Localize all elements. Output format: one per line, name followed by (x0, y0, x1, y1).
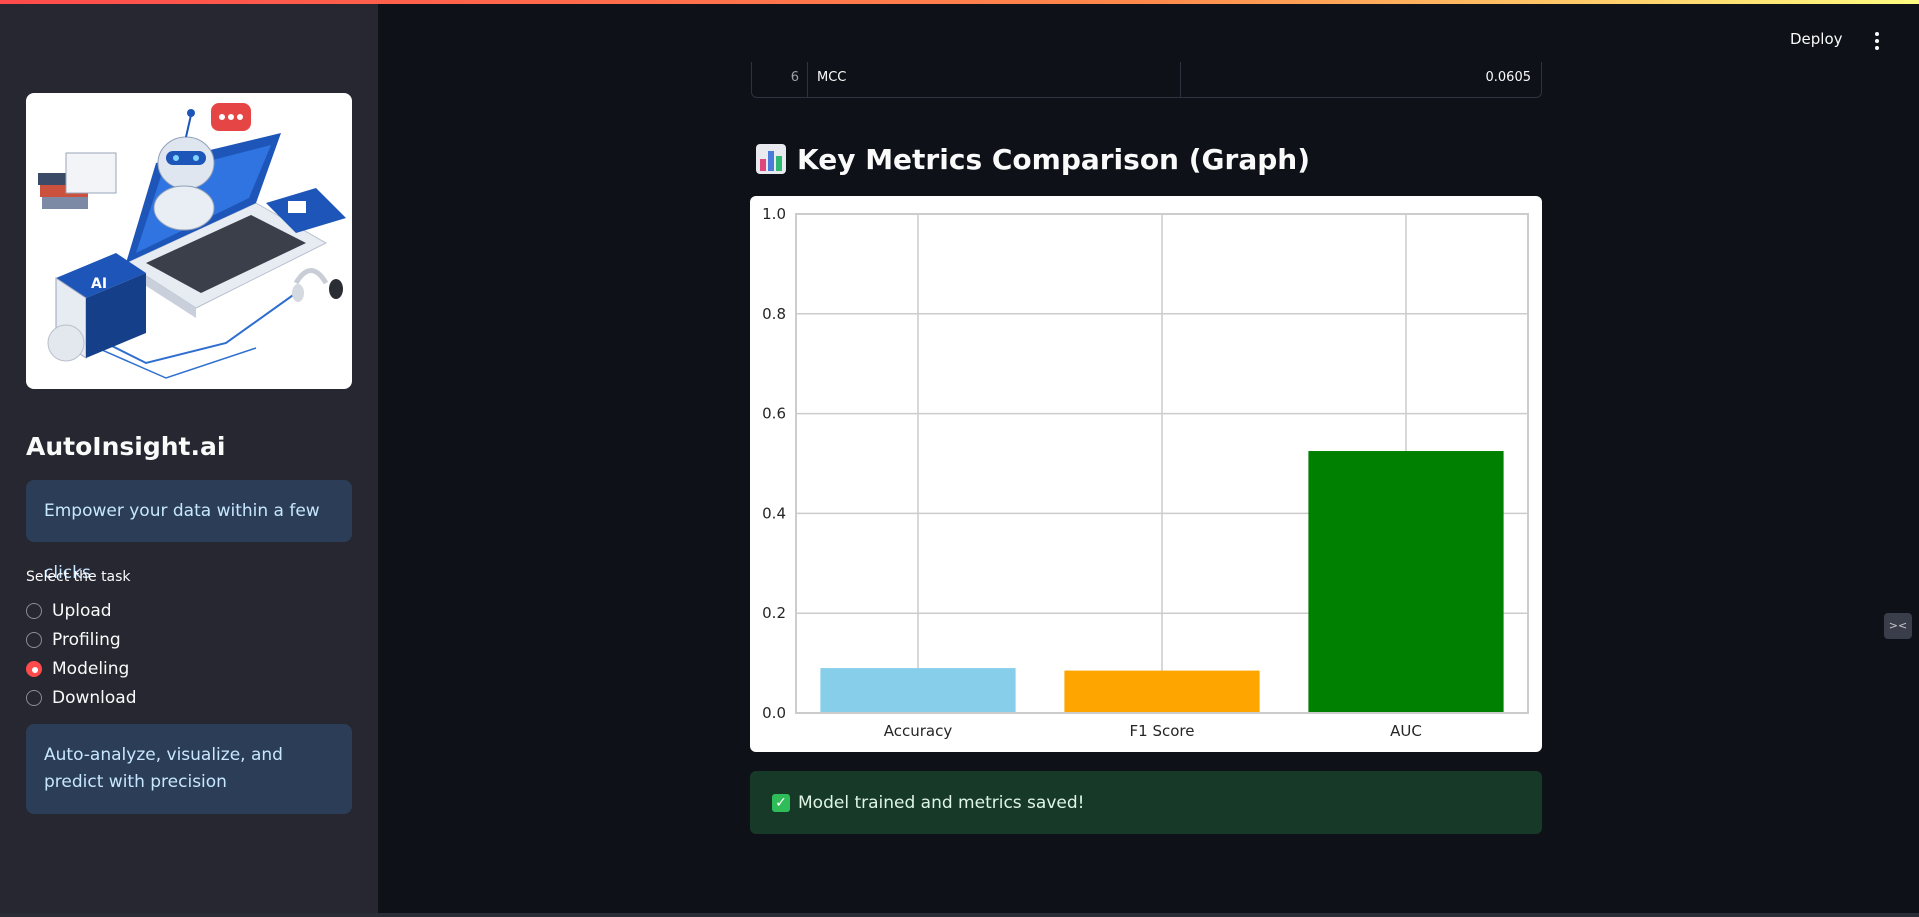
task-radio-label: Download (52, 688, 137, 708)
bar-accuracy (820, 668, 1016, 713)
y-tick-label: 0.6 (762, 405, 786, 423)
task-radio-label: Modeling (52, 659, 130, 679)
task-radio-label: Profiling (52, 630, 121, 650)
y-tick-label: 1.0 (762, 205, 786, 223)
task-radio-label: Upload (52, 601, 112, 621)
ai-laptop-illustration-icon: AI (38, 103, 346, 379)
svg-text:AI: AI (91, 276, 107, 292)
x-tick-label: Accuracy (884, 722, 953, 740)
success-alert: ✓ Model trained and metrics saved! (750, 771, 1542, 834)
bottom-border (0, 913, 1919, 917)
bar-auc (1308, 451, 1504, 713)
metrics-bar-chart: 0.0 0.2 0.4 0.6 0.8 1.0 Accuracy F1 Score AUC (750, 196, 1542, 752)
x-tick-label: F1 Score (1130, 722, 1195, 740)
table-metric-name: MCC (809, 62, 1181, 97)
y-tick-label: 0.8 (762, 305, 786, 323)
expand-panel-icon[interactable]: >< (1884, 613, 1912, 639)
radio-circle-icon (26, 632, 42, 648)
task-radio-profiling[interactable]: Profiling (26, 628, 121, 652)
x-tick-label: AUC (1390, 722, 1422, 740)
bar-f1-score (1064, 670, 1260, 713)
radio-circle-icon (26, 690, 42, 706)
y-tick-label: 0.4 (762, 504, 786, 522)
y-tick-label: 0.0 (762, 704, 786, 722)
task-radio-modeling[interactable]: Modeling (26, 657, 129, 681)
section-title: Key Metrics Comparison (Graph) (797, 142, 1310, 176)
radio-selected-icon (26, 661, 42, 677)
app-title: AutoInsight.ai (26, 432, 226, 461)
y-tick-label: 0.2 (762, 604, 786, 622)
table-metric-value: 0.0605 (1485, 70, 1532, 85)
kebab-menu-icon[interactable] (1870, 32, 1884, 54)
success-message: Model trained and metrics saved! (798, 792, 1085, 813)
description-info-box: Auto-analyze, visualize, and predict wit… (26, 724, 352, 814)
metrics-table: 6 MCC 0.0605 (751, 62, 1542, 98)
section-header: Key Metrics Comparison (Graph) (755, 139, 1310, 179)
sidebar: AI AutoInsight.ai Empower your data with… (0, 4, 378, 917)
table-row-index: 6 (752, 62, 808, 97)
radio-circle-icon (26, 603, 42, 619)
task-radio-download[interactable]: Download (26, 686, 137, 710)
deploy-button[interactable]: Deploy (1790, 30, 1843, 48)
tagline-info-box: Empower your data within a few clicks (26, 480, 352, 583)
task-select-label: Select the task (26, 569, 131, 585)
task-radio-upload[interactable]: Upload (26, 599, 112, 623)
checkmark-icon: ✓ (772, 793, 790, 812)
ai-illustration: AI (26, 93, 352, 389)
chart-svg: 0.0 0.2 0.4 0.6 0.8 1.0 Accuracy F1 Score AUC (762, 205, 1529, 740)
bar-chart-icon (756, 144, 786, 174)
